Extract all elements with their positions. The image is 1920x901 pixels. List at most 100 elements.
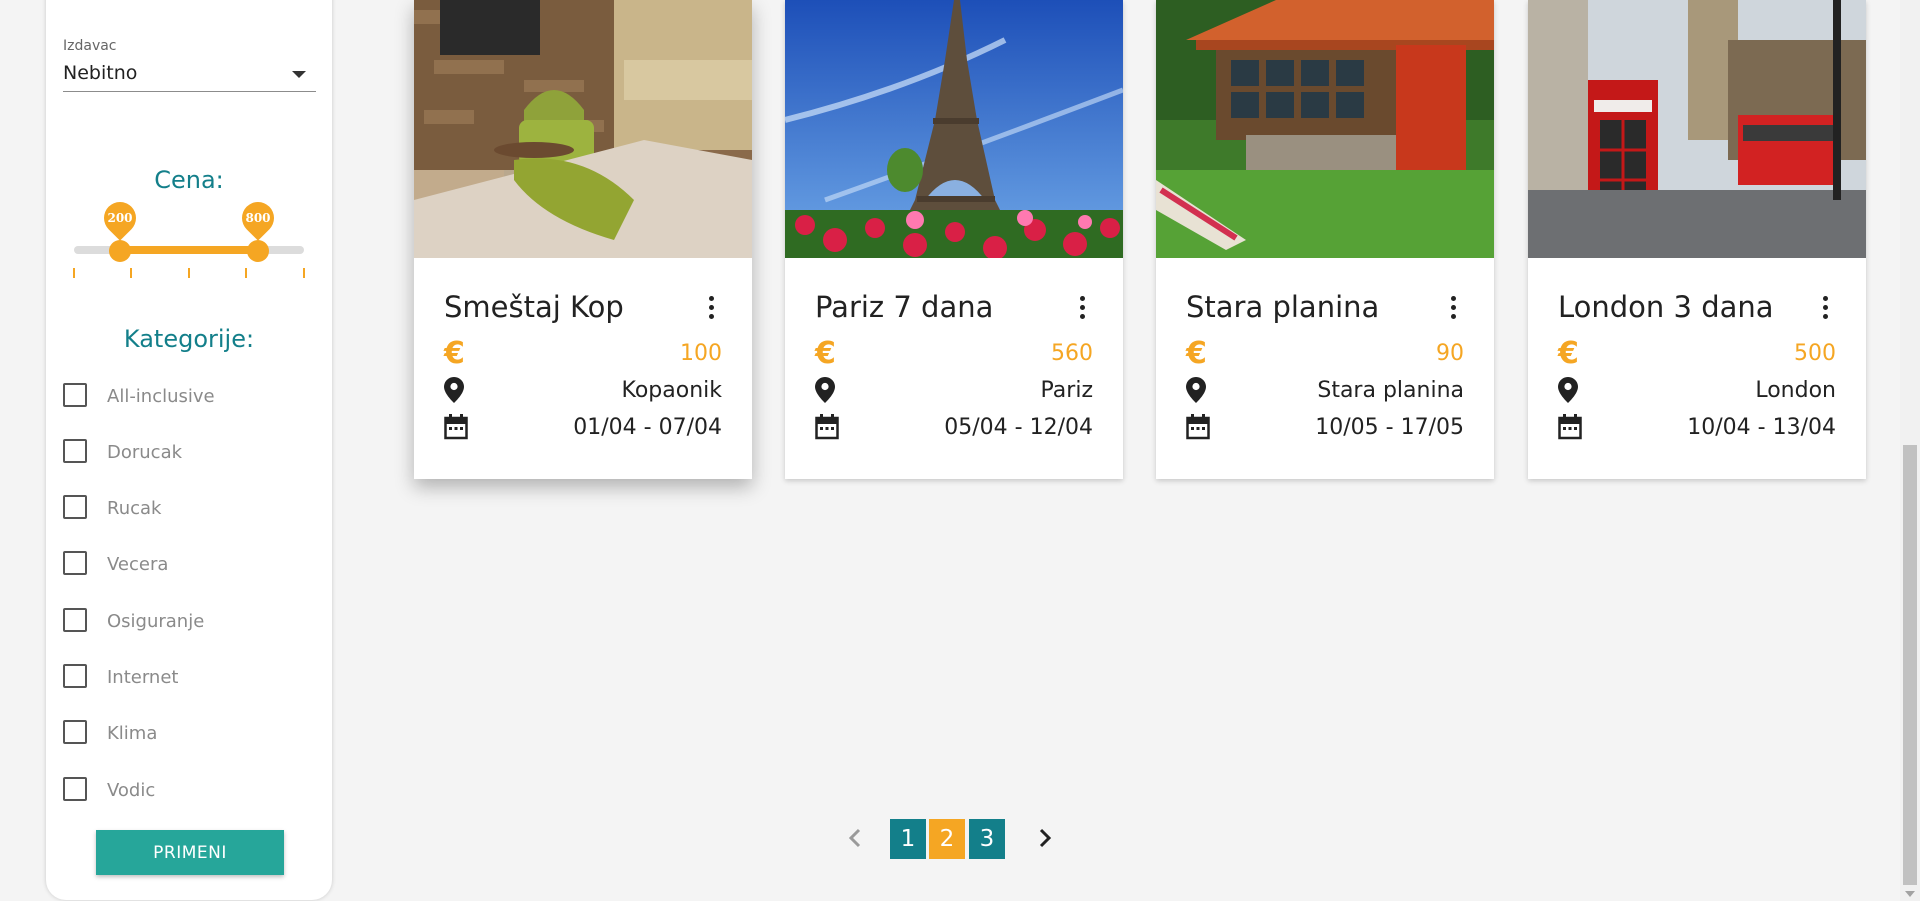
card-location-row: Stara planina — [1186, 375, 1464, 405]
checkbox[interactable] — [63, 551, 87, 575]
calendar-icon — [444, 414, 468, 444]
card-title: Smeštaj Kop — [444, 290, 624, 324]
offer-card[interactable]: Pariz 7 dana € 560 Pariz 05/04 - 12/04 — [785, 0, 1123, 479]
slider-tick — [188, 268, 190, 278]
offer-card[interactable]: Stara planina € 90 Stara planina 10/05 -… — [1156, 0, 1494, 479]
card-price: 100 — [680, 341, 722, 366]
slider-high-value-bubble: 800 — [235, 195, 281, 241]
apartment-interior-image — [414, 0, 752, 258]
slider-low-thumb[interactable] — [109, 240, 131, 262]
more-vert-icon[interactable] — [708, 296, 714, 320]
more-vert-icon[interactable] — [1822, 296, 1828, 320]
checkbox[interactable] — [63, 777, 87, 801]
category-internet[interactable]: Internet — [63, 661, 303, 691]
card-price-row: € 560 — [815, 336, 1093, 371]
card-location: Stara planina — [1317, 378, 1464, 403]
publisher-select[interactable]: Nebitno — [63, 52, 316, 92]
card-title: Stara planina — [1186, 290, 1380, 324]
publisher-select-value: Nebitno — [63, 62, 138, 84]
calendar-icon — [1558, 414, 1582, 444]
card-title: Pariz 7 dana — [815, 290, 994, 324]
page-button-3[interactable]: 3 — [969, 819, 1005, 859]
checkbox[interactable] — [63, 608, 87, 632]
checkbox[interactable] — [63, 383, 87, 407]
price-range-slider[interactable]: 200 800 — [73, 178, 305, 288]
euro-icon: € — [1186, 336, 1207, 371]
card-title: London 3 dana — [1558, 290, 1774, 324]
card-location-row: Pariz — [815, 375, 1093, 405]
slider-tick — [130, 268, 132, 278]
slider-track-fill — [120, 246, 258, 254]
chevron-left-icon[interactable] — [840, 823, 870, 853]
checkbox[interactable] — [63, 439, 87, 463]
location-pin-icon — [815, 377, 835, 407]
category-klima[interactable]: Klima — [63, 717, 303, 747]
calendar-icon — [815, 414, 839, 444]
card-price: 500 — [1794, 341, 1836, 366]
card-dates-row: 01/04 - 07/04 — [444, 412, 722, 442]
category-vodic[interactable]: Vodic — [63, 774, 303, 804]
slider-high-thumb[interactable] — [247, 240, 269, 262]
card-location: Pariz — [1040, 378, 1093, 403]
category-label: Internet — [107, 667, 179, 688]
filter-sidebar: Izdavac Nebitno Cena: 200 800 Kategorije… — [46, 0, 332, 900]
location-pin-icon — [444, 377, 464, 407]
card-location-row: London — [1558, 375, 1836, 405]
category-all-inclusive[interactable]: All-inclusive — [63, 380, 303, 410]
card-price-row: € 90 — [1186, 336, 1464, 371]
scroll-down-arrow-icon[interactable] — [1905, 891, 1915, 897]
more-vert-icon[interactable] — [1450, 296, 1456, 320]
category-dorucak[interactable]: Dorucak — [63, 436, 303, 466]
slider-high-value: 800 — [245, 211, 271, 225]
eiffel-tower-image — [785, 0, 1123, 258]
category-label: Osiguranje — [107, 611, 205, 632]
euro-icon: € — [1558, 336, 1579, 371]
caret-down-icon — [292, 71, 306, 78]
calendar-icon — [1186, 414, 1210, 444]
location-pin-icon — [1558, 377, 1578, 407]
chevron-right-icon[interactable] — [1030, 823, 1060, 853]
checkbox[interactable] — [63, 495, 87, 519]
scrollbar-thumb[interactable] — [1903, 445, 1917, 885]
category-rucak[interactable]: Rucak — [63, 492, 303, 522]
category-label: Klima — [107, 723, 158, 744]
category-label: All-inclusive — [107, 386, 215, 407]
slider-tick — [303, 268, 305, 278]
category-vecera[interactable]: Vecera — [63, 548, 303, 578]
checkbox[interactable] — [63, 720, 87, 744]
category-label: Dorucak — [107, 442, 183, 463]
card-dates-row: 05/04 - 12/04 — [815, 412, 1093, 442]
card-location: London — [1755, 378, 1836, 403]
card-price-row: € 500 — [1558, 336, 1836, 371]
card-dates: 10/05 - 17/05 — [1315, 415, 1464, 440]
card-price: 560 — [1051, 341, 1093, 366]
page-button-2[interactable]: 2 — [929, 819, 965, 859]
slider-tick — [245, 268, 247, 278]
more-vert-icon[interactable] — [1079, 296, 1085, 320]
euro-icon: € — [815, 336, 836, 371]
category-label: Vodic — [107, 780, 156, 801]
card-location: Kopaonik — [621, 378, 723, 403]
card-location-row: Kopaonik — [444, 375, 722, 405]
location-pin-icon — [1186, 377, 1206, 407]
card-dates: 10/04 - 13/04 — [1687, 415, 1836, 440]
slider-low-value: 200 — [107, 211, 133, 225]
london-phone-booth-image — [1528, 0, 1866, 258]
apply-button[interactable]: PRIMENI — [96, 830, 284, 875]
card-dates-row: 10/05 - 17/05 — [1186, 412, 1464, 442]
mountain-cottage-image — [1156, 0, 1494, 258]
page-button-1[interactable]: 1 — [890, 819, 926, 859]
offer-card[interactable]: London 3 dana € 500 London 10/04 - 13/04 — [1528, 0, 1866, 479]
category-label: Rucak — [107, 498, 162, 519]
slider-low-value-bubble: 200 — [97, 195, 143, 241]
categories-title: Kategorije: — [123, 325, 255, 353]
card-dates: 01/04 - 07/04 — [573, 415, 722, 440]
euro-icon: € — [444, 336, 465, 371]
category-osiguranje[interactable]: Osiguranje — [63, 605, 303, 635]
slider-tick — [73, 268, 75, 278]
offer-card[interactable]: Smeštaj Kop € 100 Kopaonik 01/04 - 07/04 — [414, 0, 752, 479]
card-dates: 05/04 - 12/04 — [944, 415, 1093, 440]
card-price: 90 — [1436, 341, 1464, 366]
checkbox[interactable] — [63, 664, 87, 688]
page-scrollbar[interactable] — [1900, 0, 1920, 901]
